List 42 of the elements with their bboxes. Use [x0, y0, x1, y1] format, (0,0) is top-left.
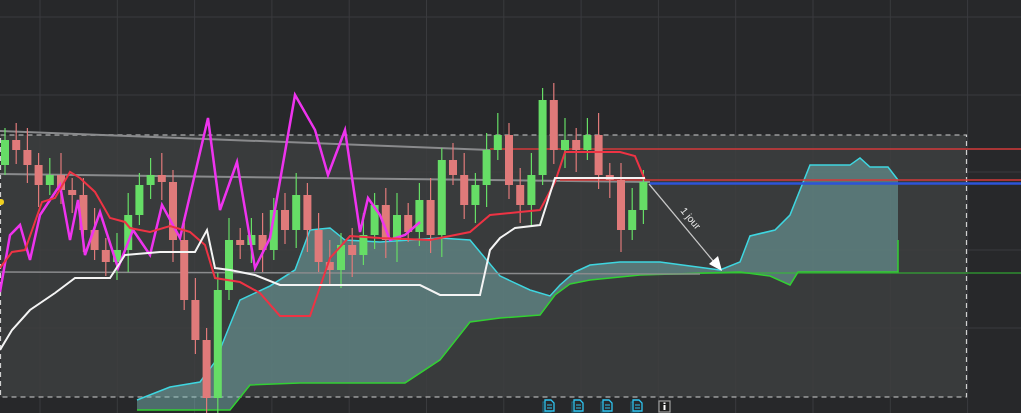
document-icon[interactable] — [571, 399, 584, 413]
candlestick — [348, 227, 357, 278]
candlestick — [258, 212, 267, 273]
candlestick — [236, 227, 245, 260]
candlestick — [583, 117, 592, 161]
candlestick — [101, 237, 110, 277]
candlestick — [471, 172, 480, 224]
candlestick — [146, 157, 155, 200]
candlestick — [449, 142, 457, 186]
candlestick — [639, 169, 648, 225]
info-icon[interactable] — [658, 400, 671, 413]
candlestick — [1, 127, 9, 176]
candlestick — [135, 172, 144, 226]
candlestick — [561, 117, 569, 169]
candlestick — [325, 239, 334, 285]
candlestick — [23, 127, 32, 184]
candlestick — [493, 112, 502, 161]
candlestick — [68, 177, 77, 214]
candlestick — [303, 182, 312, 253]
candlestick — [516, 167, 525, 224]
candlestick — [269, 197, 278, 261]
candlestick — [157, 152, 166, 201]
candlestick — [404, 202, 413, 243]
candlestick — [12, 122, 21, 165]
annotation-label: 1 jour — [678, 205, 703, 232]
candlestick — [370, 192, 379, 250]
candlestick — [314, 212, 323, 273]
candlestick — [460, 152, 469, 220]
candlestick — [45, 157, 54, 196]
candlestick — [281, 192, 289, 245]
document-icon[interactable] — [600, 399, 613, 413]
candlestick — [628, 187, 637, 241]
candlestick — [90, 207, 99, 261]
candlestick — [415, 182, 424, 247]
candlestick — [381, 187, 390, 259]
candlestick — [337, 232, 345, 289]
candlestick — [393, 192, 401, 263]
candlestick — [34, 152, 43, 208]
candlestick — [605, 162, 614, 199]
document-icon[interactable] — [542, 399, 555, 413]
document-icon[interactable] — [630, 399, 643, 413]
candlestick — [572, 127, 581, 173]
